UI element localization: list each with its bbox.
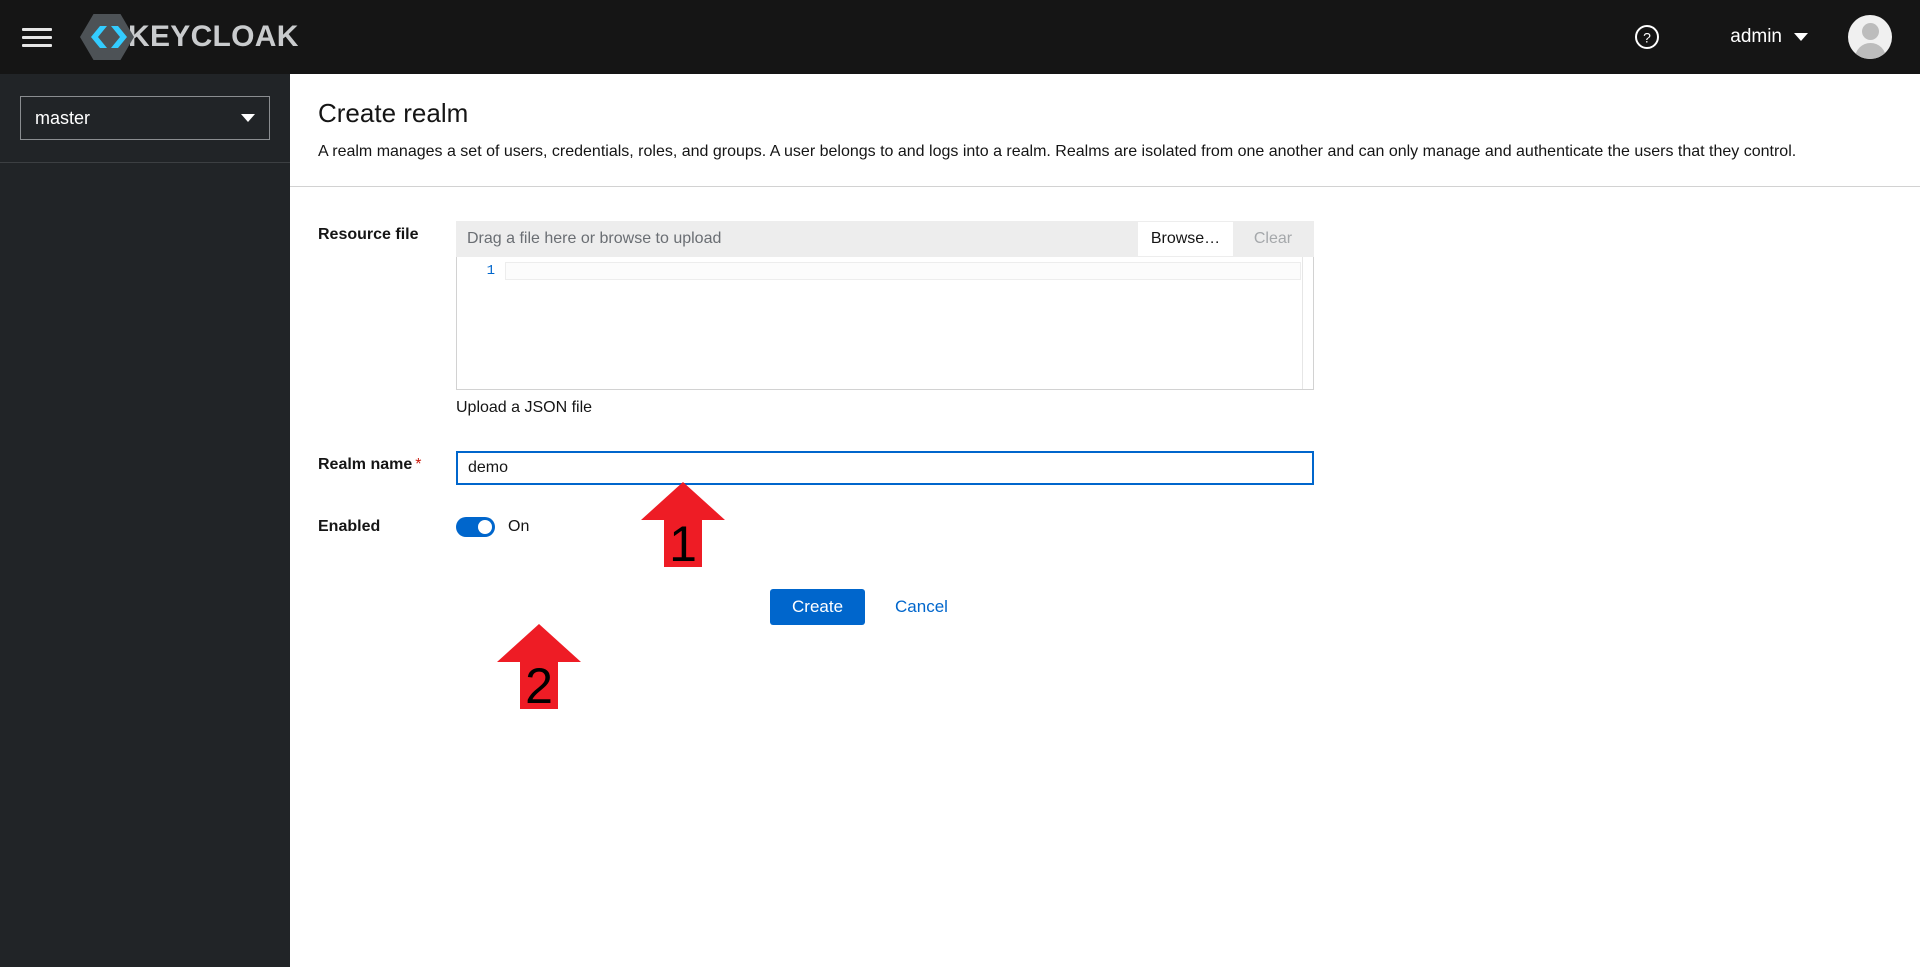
resource-file-help-text: Upload a JSON file — [456, 398, 593, 416]
brand-wordmark: KEYCLOAK — [128, 20, 299, 53]
browse-button[interactable]: Browse… — [1137, 221, 1233, 256]
hamburger-bar — [22, 27, 52, 31]
realm-selector-dropdown[interactable]: master — [20, 96, 270, 140]
keycloak-hex-logo-icon — [80, 13, 134, 61]
create-realm-form: Resource file Drag a file here or browse… — [290, 187, 1920, 625]
page-header: Create realm A realm manages a set of us… — [290, 74, 1920, 187]
enabled-toggle-switch[interactable] — [456, 516, 495, 537]
user-menu-button[interactable]: admin — [1730, 15, 1892, 59]
sidebar: master — [0, 74, 290, 967]
form-actions: Create Cancel — [770, 588, 1920, 625]
realm-name-control — [456, 450, 1314, 485]
editor-line-number: 1 — [486, 262, 495, 279]
main-content: Create realm A realm manages a set of us… — [290, 74, 1920, 967]
file-drop-zone[interactable]: Drag a file here or browse to upload — [457, 221, 1137, 256]
realm-name-label-text: Realm name — [318, 455, 413, 473]
realm-name-label: Realm name * — [318, 451, 456, 474]
form-row-enabled: Enabled On — [290, 516, 1920, 537]
enabled-state-label: On — [508, 517, 530, 535]
sidebar-divider — [0, 162, 290, 163]
clear-button[interactable]: Clear — [1233, 221, 1313, 256]
hamburger-bar — [22, 35, 52, 39]
enabled-control: On — [456, 516, 1314, 537]
realm-selector-value: master — [35, 107, 91, 128]
enabled-label: Enabled — [318, 517, 381, 535]
form-row-resource-file: Resource file Drag a file here or browse… — [290, 220, 1920, 417]
help-icon[interactable]: ? — [1624, 14, 1670, 60]
hamburger-bar — [22, 43, 52, 47]
caret-down-icon — [241, 114, 255, 122]
page-title: Create realm — [318, 98, 469, 128]
editor-scrollbar[interactable] — [1302, 256, 1313, 389]
resource-file-control: Drag a file here or browse to upload Bro… — [456, 220, 1314, 417]
masthead: KEYCLOAK ? admin — [0, 0, 1920, 74]
svg-text:?: ? — [1643, 30, 1651, 46]
hamburger-menu-icon[interactable] — [22, 24, 52, 50]
cancel-button[interactable]: Cancel — [891, 589, 952, 625]
create-button[interactable]: Create — [770, 588, 866, 625]
enabled-toggle-wrap: On — [456, 516, 1314, 537]
json-code-editor[interactable]: 1 — [456, 256, 1314, 390]
realm-name-input[interactable] — [456, 450, 1314, 485]
editor-active-line[interactable] — [505, 261, 1301, 280]
caret-down-icon — [1794, 33, 1808, 41]
file-upload-bar: Drag a file here or browse to upload Bro… — [456, 220, 1314, 257]
form-row-realm-name: Realm name * — [290, 450, 1920, 485]
user-name-label: admin — [1730, 26, 1782, 47]
brand-logo[interactable]: KEYCLOAK — [80, 0, 299, 74]
required-asterisk: * — [415, 455, 422, 473]
user-avatar-icon[interactable] — [1848, 15, 1892, 59]
resource-file-label: Resource file — [318, 225, 419, 243]
masthead-toolbar: ? admin — [1624, 14, 1920, 60]
page-description: A realm manages a set of users, credenti… — [318, 143, 1797, 161]
